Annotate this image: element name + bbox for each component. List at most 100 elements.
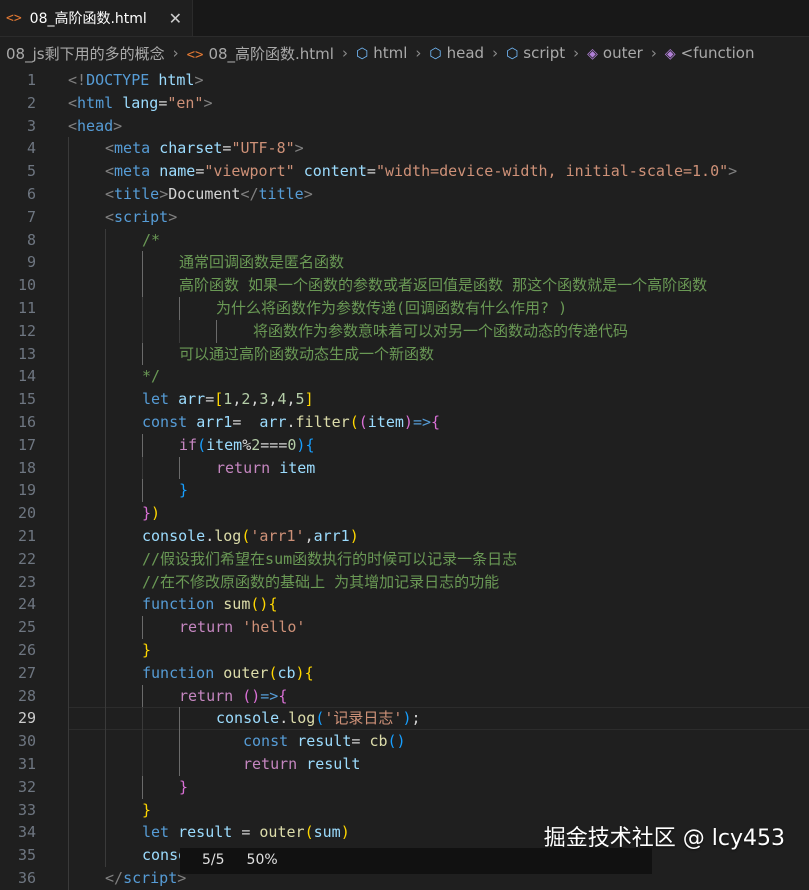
code-text: */: [142, 365, 160, 388]
code-token: html: [77, 93, 114, 112]
code-line[interactable]: 1 <!DOCTYPE html>: [0, 69, 809, 92]
chevron-right-icon: ›: [341, 44, 348, 62]
breadcrumb: 08_js剩下用的多的概念 › <> 08_高阶函数.html › ⬡ html › ⬡ head…: [0, 37, 809, 69]
breadcrumb-item[interactable]: <> 08_高阶函数.html: [187, 43, 334, 64]
code-token: (): [250, 595, 269, 614]
code-line[interactable]: 12 将函数作为参数意味着可以对另一个函数动态的传递代码: [0, 319, 809, 343]
indent-guide: [105, 319, 106, 343]
code-line[interactable]: 30 const result= cb(): [0, 730, 809, 753]
code-line[interactable]: 3 <head>: [0, 115, 809, 138]
code-line[interactable]: 7 <script>: [0, 205, 809, 229]
close-icon[interactable]: ✕: [169, 9, 182, 28]
code-text: 将函数作为参数意味着可以对另一个函数动态的传递代码: [253, 320, 628, 343]
code-token: =: [366, 162, 376, 181]
code-text: function outer(cb){: [142, 662, 314, 685]
code-text: console.log('记录日志');: [216, 707, 421, 730]
code-text: return result: [243, 753, 360, 776]
code-line[interactable]: 33}: [0, 798, 809, 822]
breadcrumb-item[interactable]: ◈ outer: [587, 44, 643, 62]
code-token: log: [288, 709, 316, 728]
code-token: =: [232, 412, 260, 431]
indent-guide: [68, 821, 69, 845]
code-line[interactable]: 14 */: [0, 365, 809, 389]
code-line[interactable]: 6 <title>Document</title>: [0, 182, 809, 206]
code-line[interactable]: 25 return 'hello': [0, 616, 809, 639]
line-number: 29: [17, 709, 36, 728]
code-line[interactable]: 10 高阶函数 如果一个函数的参数或者返回值是函数 那这个函数就是一个高阶函数: [0, 274, 809, 297]
code-token: sum: [313, 823, 341, 842]
code-line[interactable]: 32}: [0, 775, 809, 799]
code-line[interactable]: 15 let arr=[1,2,3,4,5]: [0, 388, 809, 411]
code-token: outer: [223, 663, 269, 682]
indent-guide: [68, 433, 69, 457]
breadcrumb-item[interactable]: ⬡ head: [429, 44, 484, 62]
code-text: //假设我们希望在sum函数执行的时候可以记录一条日志: [142, 548, 517, 571]
code-token: arr1: [196, 412, 233, 431]
code-line[interactable]: 9 通常回调函数是匿名函数: [0, 251, 809, 275]
chevron-right-icon: ›: [492, 44, 499, 62]
code-line[interactable]: 28 return ()=>{: [0, 684, 809, 708]
code-line[interactable]: 19}: [0, 479, 809, 503]
indent-guide: [68, 502, 69, 525]
code-line[interactable]: 5 <meta name="viewport" content="width=de…: [0, 160, 809, 183]
code-token: >: [194, 71, 204, 89]
code-token: (): [387, 732, 406, 751]
code-token: =: [232, 823, 260, 842]
code-line[interactable]: 31 return result: [0, 752, 809, 776]
indent-guide: [105, 274, 106, 297]
code-line[interactable]: 18 return item: [0, 456, 809, 480]
code-text: const arr1= arr.filter((item)=>{: [142, 411, 440, 434]
line-number: 34: [17, 823, 36, 842]
line-number: 6: [26, 184, 36, 203]
code-editor[interactable]: 1 <!DOCTYPE html> 2 <html lang="en"> 3 <head>…: [0, 69, 809, 890]
indent-guide: [179, 296, 180, 320]
code-line[interactable]: 8 /*: [0, 228, 809, 252]
code-text: </script>: [105, 867, 186, 890]
breadcrumb-item[interactable]: 08_js剩下用的多的概念: [6, 43, 165, 64]
code-token: ,: [286, 390, 296, 409]
code-line[interactable]: 2 <html lang="en">: [0, 92, 809, 115]
code-text: return ()=>{: [179, 685, 287, 708]
code-token: let: [142, 823, 170, 842]
code-token: <: [68, 93, 78, 112]
tab-08-high-order-functions[interactable]: <> 08_高阶函数.html ✕: [0, 0, 193, 36]
code-token: const: [243, 732, 289, 751]
code-line[interactable]: 24 function sum(){: [0, 593, 809, 617]
code-line[interactable]: 22 //假设我们希望在sum函数执行的时候可以记录一条日志: [0, 547, 809, 571]
breadcrumb-item[interactable]: ⬡ script: [506, 44, 565, 62]
code-line[interactable]: 26}: [0, 638, 809, 662]
code-line[interactable]: 27 function outer(cb){: [0, 661, 809, 685]
line-number: 30: [17, 732, 36, 751]
indent-guide: [68, 365, 69, 389]
indent-guide: [105, 638, 106, 662]
code-token: >: [168, 207, 178, 226]
code-line[interactable]: 23 //在不修改原函数的基础上 为其增加记录日志的功能: [0, 570, 809, 594]
code-token: ;: [411, 709, 421, 728]
code-line[interactable]: 13 可以通过高阶函数动态生成一个新函数: [0, 342, 809, 366]
function-icon: ◈: [664, 46, 676, 62]
code-line[interactable]: 4 <meta charset="UTF-8">: [0, 137, 809, 161]
breadcrumb-item[interactable]: ⬡ html: [356, 44, 407, 62]
code-text: <!DOCTYPE html>: [68, 69, 203, 92]
code-line[interactable]: 17 if(item%2===0){: [0, 433, 809, 457]
code-text: 可以通过高阶函数动态生成一个新函数: [179, 343, 434, 366]
code-line[interactable]: 21 console.log('arr1',arr1): [0, 524, 809, 548]
code-line[interactable]: 20}): [0, 502, 809, 525]
indent-guide: [142, 342, 143, 366]
code-token: "viewport": [204, 162, 295, 181]
code-token: ]: [304, 390, 314, 409]
code-token: >: [303, 184, 313, 203]
image-viewer-toolbar: 5/5 50%: [180, 848, 652, 874]
code-text: <head>: [68, 115, 122, 138]
code-token: }: [179, 777, 189, 796]
code-line[interactable]: 11 为什么将函数作为参数传递(回调函数有什么作用? ): [0, 296, 809, 320]
code-line[interactable]: 29 console.log('记录日志');: [0, 707, 809, 731]
code-line[interactable]: 16 const arr1= arr.filter((item)=>{: [0, 410, 809, 434]
breadcrumb-item[interactable]: ◈ <function: [665, 44, 755, 62]
